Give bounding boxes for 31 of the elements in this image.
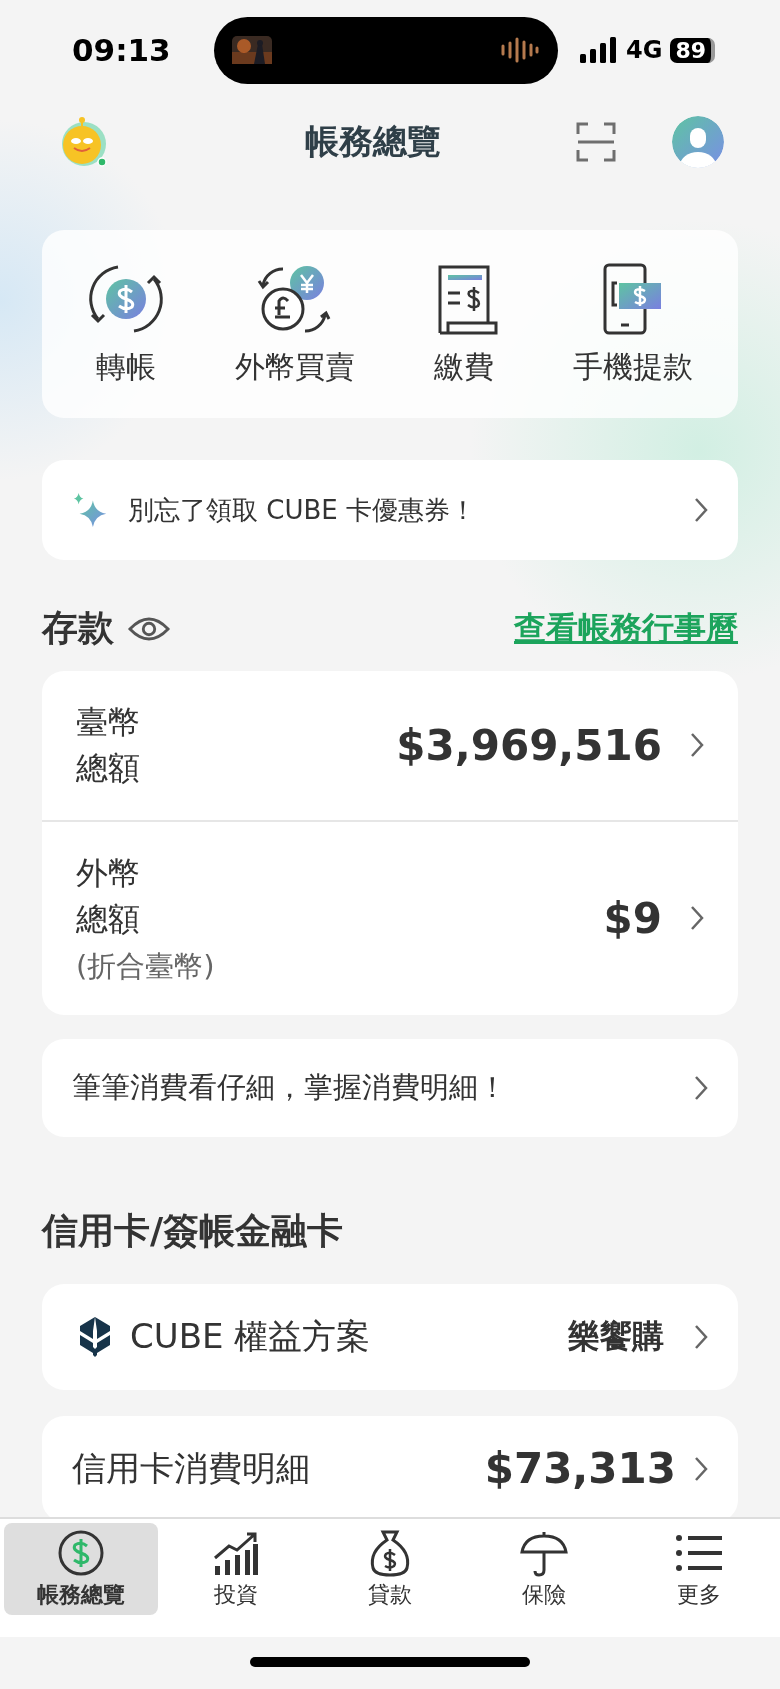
section-title: 存款 <box>42 606 114 650</box>
chevron-right-icon <box>694 1455 708 1482</box>
quick-action-button[interactable]: 轉帳 <box>87 260 164 388</box>
quick-action-button[interactable]: 手機提款 <box>572 260 693 388</box>
signal-icon <box>580 37 618 63</box>
balance-row[interactable]: 外幣總額 (折合臺幣) $9 <box>42 821 738 1015</box>
battery-level: 89 <box>670 37 716 63</box>
coupon-banner[interactable]: 別忘了領取 CUBE 卡優惠券！ <box>42 460 738 560</box>
tab-bar-item[interactable]: 保險 <box>467 1523 622 1615</box>
plan-row[interactable]: CUBE 權益方案 樂饗購 <box>42 1283 738 1390</box>
spending-banner[interactable]: 筆筆消費看仔細，掌握消費明細！ <box>42 1038 738 1137</box>
balance-row[interactable]: 臺幣總額 $3,969,516 <box>42 671 738 820</box>
scan-icon[interactable] <box>576 122 616 162</box>
tab-bar-item[interactable]: 更多 <box>621 1523 777 1615</box>
audio-wave-icon <box>500 36 540 64</box>
tab-bar-item[interactable]: 貸款 <box>312 1523 468 1615</box>
network-type: 4G <box>626 36 663 64</box>
status-time: 09:13 <box>72 32 172 68</box>
chevron-right-icon <box>690 732 704 759</box>
page-title: 帳務總覽 <box>304 120 442 163</box>
chevron-right-icon <box>694 1323 708 1350</box>
chevron-right-icon <box>694 1074 708 1101</box>
quick-action-button[interactable]: 外幣買賣 <box>234 260 355 388</box>
section-title: 信用卡/簽帳金融卡 <box>42 1208 345 1253</box>
statement-row[interactable]: 信用卡消費明細 $73,313 <box>42 1415 738 1517</box>
tab-bar-item[interactable]: 投資 <box>158 1523 313 1615</box>
chevron-right-icon <box>694 497 708 523</box>
chevron-right-icon <box>690 905 704 932</box>
quick-action-button[interactable]: 繳費 <box>425 260 502 388</box>
avatar-icon[interactable] <box>672 116 724 168</box>
tab-bar-item[interactable]: 帳務總覽 <box>4 1523 159 1615</box>
